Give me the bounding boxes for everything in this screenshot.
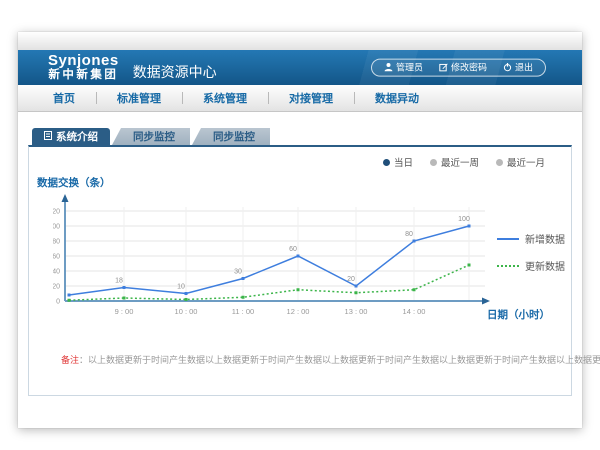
- y-tick-label: 20: [53, 284, 60, 291]
- y-tick-label: 80: [53, 239, 60, 246]
- x-tick-label: 10 : 00: [175, 307, 198, 316]
- nav-item-system-management[interactable]: 系统管理: [182, 85, 268, 111]
- data-label: 60: [289, 246, 297, 253]
- chart-legend: 新增数据 更新数据: [497, 231, 565, 273]
- logout-button[interactable]: 退出: [495, 61, 541, 74]
- tab-label: 系统介绍: [56, 129, 98, 144]
- change-password-button[interactable]: 修改密码: [431, 61, 495, 74]
- tab-sync-monitor-2[interactable]: 同步监控: [192, 128, 270, 145]
- nav-item-data-change[interactable]: 数据异动: [354, 85, 440, 111]
- footnote-text: ：以上数据更新于时间产生数据以上数据更新于时间产生数据以上数据更新于时间产生数据…: [79, 355, 600, 365]
- y-tick-label: 120: [53, 209, 60, 216]
- filter-label: 最近一周: [441, 155, 479, 169]
- data-point: [355, 285, 358, 288]
- nav-item-standard-management[interactable]: 标准管理: [96, 85, 182, 111]
- user-menu-label: 修改密码: [451, 61, 487, 74]
- data-point: [242, 296, 245, 299]
- legend-label: 更新数据: [525, 258, 565, 273]
- data-label: 100: [458, 216, 470, 223]
- data-point: [413, 288, 416, 291]
- data-point: [185, 298, 188, 301]
- user-menu-label: 管理员: [396, 61, 423, 74]
- main-nav: 首页 标准管理 系统管理 对接管理 数据异动: [18, 85, 582, 112]
- data-point: [242, 277, 245, 280]
- app-window: Synjones 新中新集团 数据资源中心 管理员 修改密码 退出: [18, 32, 582, 428]
- y-axis-arrow-icon: [62, 194, 69, 202]
- logo-company-name: 新中新集团: [48, 70, 119, 82]
- footnote-prefix: 备注: [61, 355, 79, 365]
- filter-option-today[interactable]: 当日: [383, 155, 413, 169]
- x-tick-label: 12 : 00: [287, 307, 310, 316]
- data-label: 80: [405, 231, 413, 238]
- data-label: 10: [177, 284, 185, 291]
- data-point: [355, 291, 358, 294]
- admin-user-button[interactable]: 管理员: [376, 61, 431, 74]
- y-tick-label: 40: [53, 269, 60, 276]
- filter-label: 最近一月: [507, 155, 545, 169]
- document-icon: [44, 131, 52, 143]
- user-icon: [384, 63, 393, 72]
- app-header: Synjones 新中新集团 数据资源中心 管理员 修改密码 退出: [18, 50, 582, 85]
- filter-option-last-week[interactable]: 最近一周: [430, 155, 479, 169]
- y-tick-label: 60: [53, 254, 60, 261]
- tab-bar: 系统介绍 同步监控 同步监控: [28, 128, 572, 145]
- power-icon: [503, 63, 512, 72]
- nav-item-home[interactable]: 首页: [32, 85, 96, 111]
- line-chart: 0 20 40 60 80 100 120 9 : 00 10 : 00 11 : 00 12 : …: [53, 193, 493, 323]
- data-point: [413, 240, 416, 243]
- data-point: [123, 297, 126, 300]
- nav-item-interface-management[interactable]: 对接管理: [268, 85, 354, 111]
- radio-selected-icon: [383, 159, 390, 166]
- x-axis-arrow-icon: [482, 298, 490, 305]
- tab-system-intro[interactable]: 系统介绍: [32, 128, 110, 145]
- chart-panel: 当日 最近一周 最近一月 数据交换（条） 0 20 40 60 80 100 120 9 : …: [28, 145, 572, 396]
- legend-label: 新增数据: [525, 231, 565, 246]
- y-tick-label: 100: [53, 224, 60, 231]
- data-label: 30: [234, 269, 242, 276]
- tab-label: 同步监控: [213, 129, 255, 144]
- data-point: [297, 288, 300, 291]
- radio-unselected-icon: [496, 159, 503, 166]
- x-tick-label: 14 : 00: [403, 307, 426, 316]
- series-line: [69, 265, 469, 300]
- radio-unselected-icon: [430, 159, 437, 166]
- user-menu-label: 退出: [515, 61, 533, 74]
- data-point: [68, 299, 71, 302]
- x-tick-label: 11 : 00: [232, 307, 254, 316]
- tab-label: 同步监控: [133, 129, 175, 144]
- data-point: [123, 286, 126, 289]
- logo-brand-text: Synjones: [48, 53, 119, 68]
- window-top-strip: [18, 32, 582, 50]
- legend-item-new-data[interactable]: 新增数据: [497, 231, 565, 246]
- data-point: [68, 294, 71, 297]
- page-title: 数据资源中心: [133, 62, 217, 82]
- x-tick-label: 13 : 00: [345, 307, 368, 316]
- data-point: [468, 225, 471, 228]
- x-tick-label: 9 : 00: [115, 307, 134, 316]
- data-point: [297, 255, 300, 258]
- y-tick-label: 0: [56, 299, 60, 306]
- data-label: 20: [347, 276, 355, 283]
- filter-option-last-month[interactable]: 最近一月: [496, 155, 545, 169]
- legend-item-updated-data[interactable]: 更新数据: [497, 258, 565, 273]
- data-point: [185, 292, 188, 295]
- content-card: 系统介绍 同步监控 同步监控 当日 最近一周: [28, 128, 572, 396]
- edit-icon: [439, 63, 448, 72]
- data-point: [468, 264, 471, 267]
- user-menu: 管理员 修改密码 退出: [371, 58, 546, 76]
- solid-line-icon: [497, 238, 519, 240]
- filter-label: 当日: [394, 155, 413, 169]
- tab-sync-monitor-1[interactable]: 同步监控: [112, 128, 190, 145]
- footnote: 备注：以上数据更新于时间产生数据以上数据更新于时间产生数据以上数据更新于时间产生…: [61, 353, 600, 366]
- dotted-line-icon: [497, 265, 519, 267]
- x-axis-title: 日期（小时）: [487, 307, 550, 322]
- company-logo: Synjones 新中新集团: [48, 53, 119, 82]
- data-label: 18: [115, 278, 123, 285]
- y-axis-title: 数据交换（条）: [37, 175, 111, 190]
- time-range-filter: 当日 最近一周 最近一月: [383, 155, 545, 169]
